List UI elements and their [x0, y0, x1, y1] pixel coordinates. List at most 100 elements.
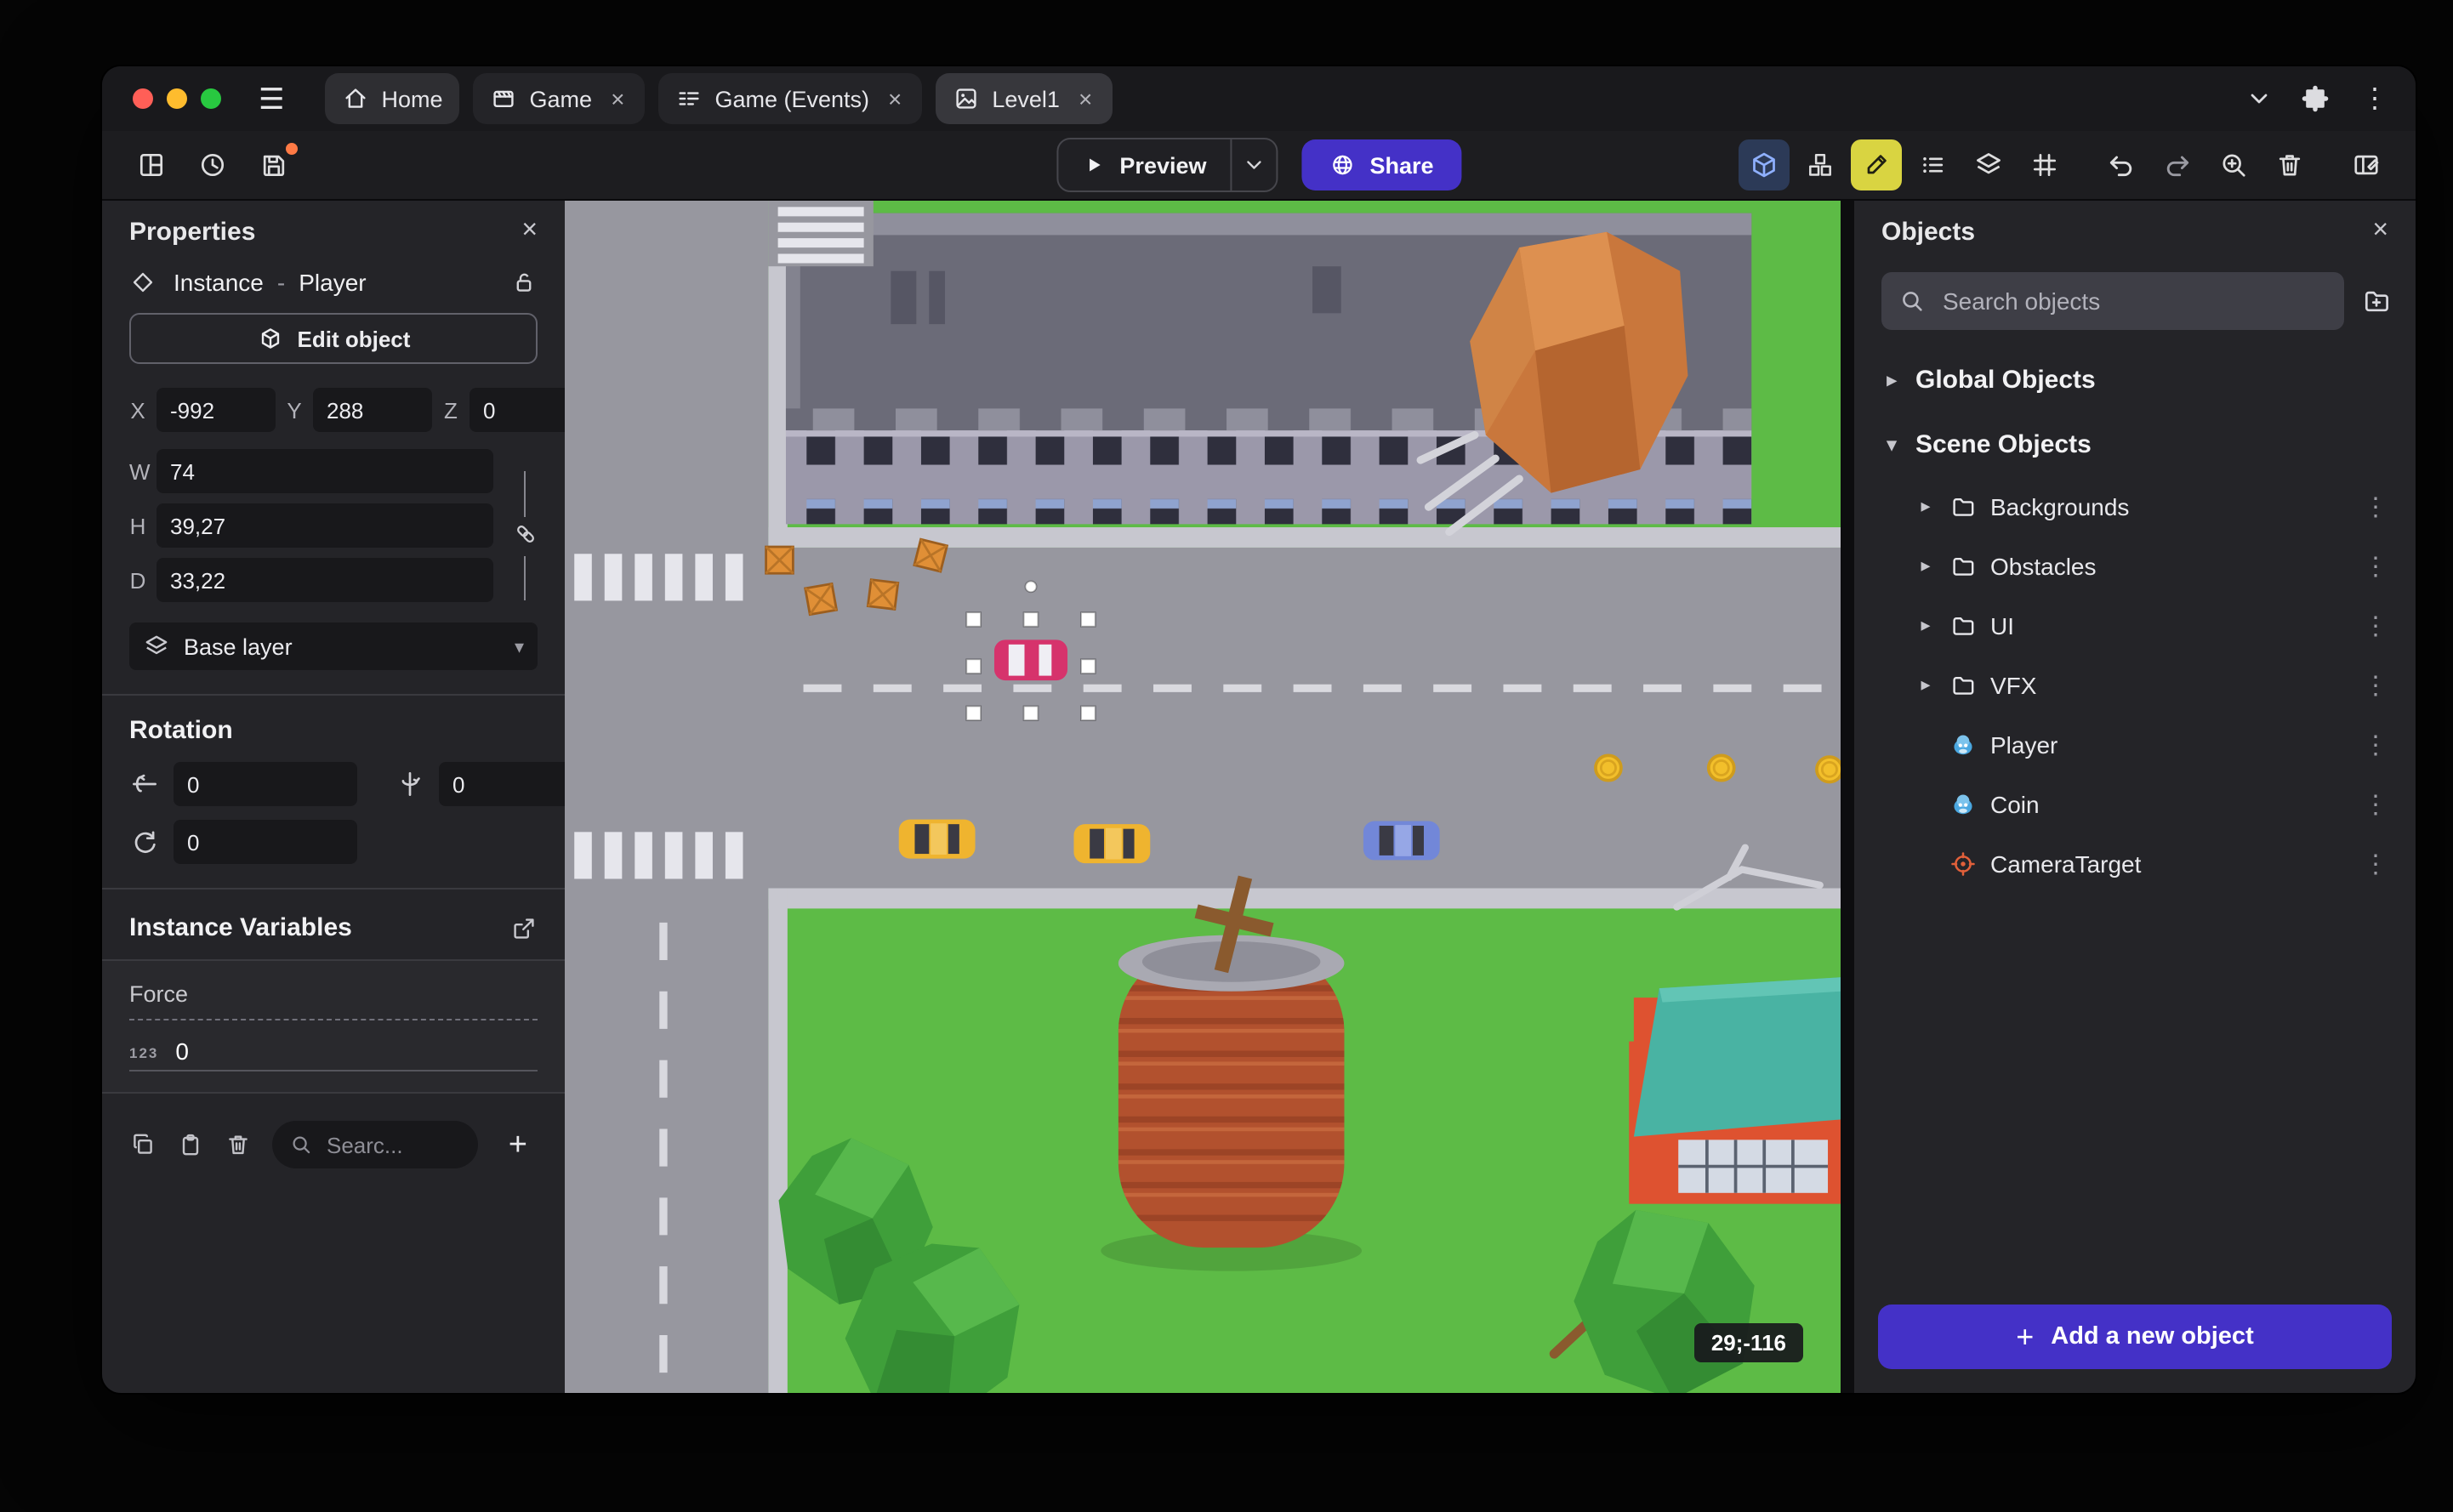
yellow-car-2[interactable] [1073, 824, 1151, 864]
divider [102, 694, 565, 696]
object-menu-kebab-icon[interactable]: ⋮ [2356, 788, 2395, 819]
object-menu-kebab-icon[interactable]: ⋮ [2356, 729, 2395, 759]
objects-search-input[interactable] [1939, 286, 2327, 316]
aspect-lock-chain-icon[interactable] [512, 517, 539, 556]
preview-dropdown-button[interactable] [1230, 139, 1277, 190]
toolbar: Preview Share [102, 131, 2416, 201]
variable-value[interactable]: 0 [175, 1037, 189, 1065]
yellow-car-1[interactable] [898, 819, 976, 859]
add-folder-icon[interactable] [2361, 286, 2392, 316]
crate[interactable] [913, 537, 948, 573]
grid-icon[interactable] [2019, 139, 2070, 190]
tab-level1[interactable]: Level1 × [936, 73, 1113, 124]
search-icon [1898, 287, 1926, 315]
minimize-window-button[interactable] [167, 88, 187, 109]
layer-select[interactable]: Base layer ▾ [129, 622, 538, 670]
unlock-icon[interactable] [510, 269, 538, 296]
paste-icon[interactable] [177, 1131, 204, 1158]
globe-icon [1329, 151, 1357, 179]
folder-menu-kebab-icon[interactable]: ⋮ [2356, 491, 2395, 521]
coin[interactable] [1815, 755, 1841, 784]
layers-icon[interactable] [1963, 139, 2014, 190]
y-field[interactable] [327, 397, 418, 423]
player-pink-car[interactable] [993, 639, 1068, 681]
close-tab-icon[interactable]: × [885, 87, 905, 111]
w-field[interactable] [170, 458, 480, 484]
chevron-down-icon[interactable] [2245, 85, 2273, 112]
folder-ui[interactable]: ▸ UI ⋮ [1854, 595, 2416, 655]
3d-view-icon[interactable] [1739, 139, 1790, 190]
object-coin[interactable]: Coin ⋮ [1854, 774, 2416, 833]
variables-search-input[interactable] [323, 1130, 439, 1159]
delete-variable-icon[interactable] [225, 1131, 252, 1158]
scene-view[interactable] [565, 201, 1841, 1393]
object-menu-kebab-icon[interactable]: ⋮ [2356, 848, 2395, 878]
folder-backgrounds[interactable]: ▸ Backgrounds ⋮ [1854, 476, 2416, 536]
maximize-window-button[interactable] [201, 88, 221, 109]
window-menu-kebab-icon[interactable]: ⋮ [2358, 82, 2392, 116]
hamburger-menu-icon[interactable]: ☰ [252, 84, 292, 113]
folder-vfx[interactable]: ▸ VFX ⋮ [1854, 655, 2416, 714]
tab-game-events[interactable]: Game (Events) × [658, 73, 923, 124]
coin[interactable] [1594, 753, 1623, 782]
scene-editor-settings-icon[interactable] [2341, 139, 2392, 190]
coin[interactable] [1706, 753, 1736, 782]
object-cameratarget[interactable]: CameraTarget ⋮ [1854, 833, 2416, 893]
rotation-x-field[interactable] [187, 771, 344, 797]
folder-menu-kebab-icon[interactable]: ⋮ [2356, 550, 2395, 581]
preview-button[interactable]: Preview [1056, 138, 1278, 192]
rotation-y-field[interactable] [452, 771, 565, 797]
teal-building[interactable] [1629, 977, 1841, 1204]
folder-obstacles[interactable]: ▸ Obstacles ⋮ [1854, 536, 2416, 595]
z-field[interactable] [483, 397, 565, 423]
crate[interactable] [866, 578, 900, 611]
redo-icon[interactable] [2152, 139, 2203, 190]
undo-icon[interactable] [2096, 139, 2147, 190]
zoom-in-icon[interactable] [2208, 139, 2259, 190]
delete-icon[interactable] [2264, 139, 2315, 190]
blue-car[interactable] [1363, 821, 1440, 861]
add-variable-icon[interactable]: + [498, 1127, 538, 1162]
panel-resize-gutter[interactable] [1841, 201, 1854, 1393]
share-button[interactable]: Share [1301, 139, 1461, 190]
save-icon[interactable] [248, 139, 299, 190]
preview-label: Preview [1119, 152, 1207, 178]
h-field[interactable] [170, 513, 480, 538]
depth-row: D [129, 558, 493, 602]
rotation-handle[interactable] [1024, 580, 1038, 594]
object-player[interactable]: Player ⋮ [1854, 714, 2416, 774]
close-tab-icon[interactable]: × [1075, 87, 1096, 111]
close-objects-icon[interactable]: × [2362, 214, 2399, 248]
variable-name[interactable]: Force [129, 975, 538, 1020]
rotation-z-field[interactable] [187, 829, 344, 855]
open-variables-external-icon[interactable] [510, 914, 538, 941]
folder-menu-kebab-icon[interactable]: ⋮ [2356, 669, 2395, 700]
add-new-object-button[interactable]: + Add a new object [1878, 1305, 2392, 1369]
group-scene-objects[interactable]: ▾ Scene Objects [1854, 412, 2416, 476]
tab-game[interactable]: Game × [473, 73, 646, 124]
group-global-objects[interactable]: ▸ Global Objects [1854, 347, 2416, 412]
layout-panels-icon[interactable] [126, 139, 177, 190]
edit-mode-pencil-icon[interactable] [1851, 139, 1902, 190]
history-icon[interactable] [187, 139, 238, 190]
d-field[interactable] [170, 567, 480, 593]
close-window-button[interactable] [133, 88, 153, 109]
close-tab-icon[interactable]: × [607, 87, 628, 111]
edit-object-button[interactable]: Edit object [129, 313, 538, 364]
tab-home[interactable]: Home [325, 73, 460, 124]
instances-icon[interactable] [1795, 139, 1846, 190]
toolbar-left [126, 139, 299, 190]
folder-icon [1949, 492, 1977, 520]
crate[interactable] [804, 583, 838, 617]
copy-icon[interactable] [129, 1131, 157, 1158]
crate[interactable] [765, 545, 794, 575]
x-field[interactable] [170, 397, 262, 423]
folder-menu-kebab-icon[interactable]: ⋮ [2356, 610, 2395, 640]
close-properties-icon[interactable]: × [511, 214, 548, 248]
folder-icon [1949, 671, 1977, 698]
instances-list-icon[interactable] [1907, 139, 1958, 190]
objects-search-row [1854, 262, 2416, 347]
scene-canvas[interactable]: 29;-116 [565, 201, 1841, 1393]
extensions-puzzle-icon[interactable] [2300, 83, 2331, 114]
d-field-wrap [157, 558, 493, 602]
